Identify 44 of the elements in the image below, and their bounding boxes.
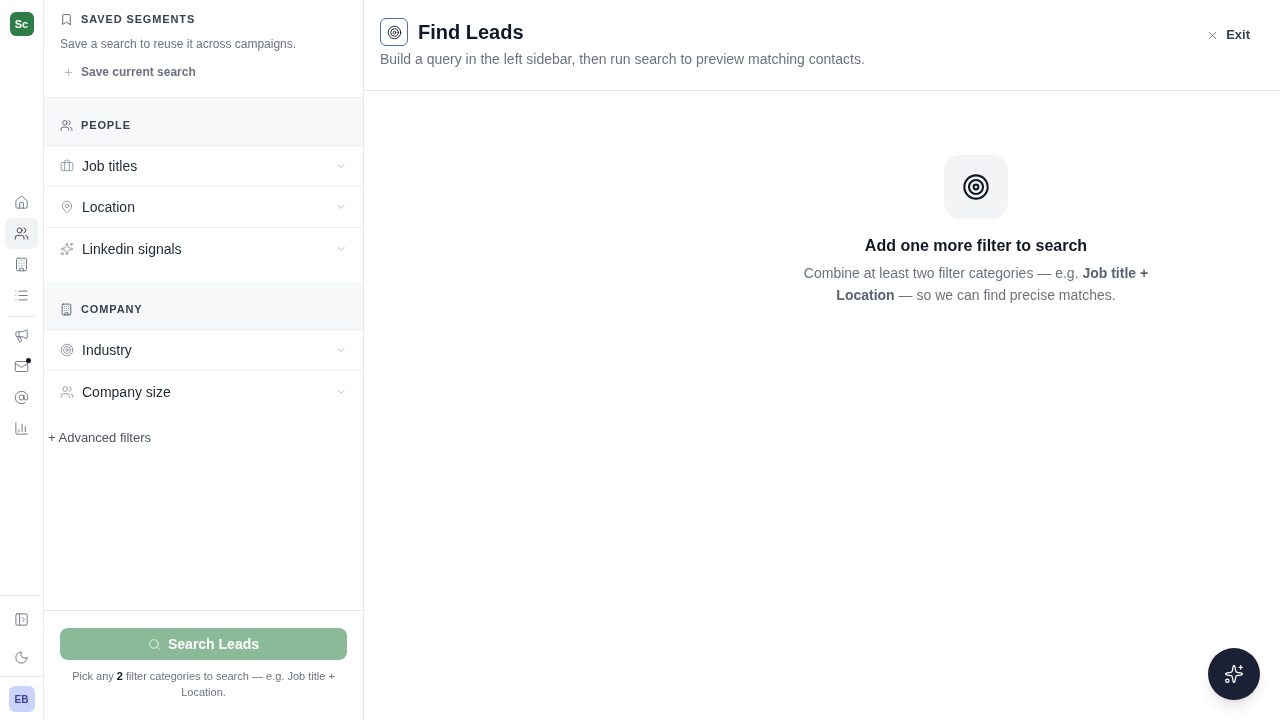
target-icon [60, 343, 74, 357]
moon-icon [14, 649, 29, 665]
assistant-button[interactable] [1208, 648, 1260, 700]
sparkle-icon [1224, 664, 1244, 684]
filter-dropdown[interactable]: Location [44, 187, 363, 228]
briefcase-icon [60, 159, 74, 173]
group-title: COMPANY [81, 302, 143, 316]
filter-dropdown[interactable]: Company size [44, 371, 363, 412]
bookmark-icon [60, 12, 73, 26]
people-icon [60, 118, 73, 132]
megaphone-icon [14, 328, 29, 343]
house-icon [14, 195, 29, 210]
people-icon [14, 226, 29, 241]
target-icon [380, 18, 408, 46]
plus-icon [63, 66, 74, 78]
advanced-filters-button[interactable]: + Advanced filters [48, 430, 151, 446]
nav-button[interactable] [5, 218, 38, 249]
filter-dropdown[interactable]: Industry [44, 330, 363, 371]
building-icon [14, 257, 29, 272]
filter-dropdown[interactable]: Linkedin signals [44, 228, 363, 269]
empty-state-title: Add one more filter to search [864, 236, 1088, 256]
save-search-button[interactable]: Save current search [60, 64, 196, 80]
page-title: Find Leads [418, 20, 524, 45]
search-hint: Pick any 2 filter categories to search — e.g. Job title + Location. [71, 669, 336, 700]
filter-dropdown[interactable]: Job titles [44, 146, 363, 187]
side-panel-icon [14, 611, 29, 627]
building-icon [60, 302, 73, 316]
group-title: PEOPLE [81, 118, 131, 132]
mail-icon [14, 359, 29, 374]
target-icon [944, 155, 1008, 219]
at-sign-icon [14, 390, 29, 405]
page-subtitle: Build a query in the left sidebar, then run search to preview matching contacts. [380, 50, 865, 69]
section-title: SAVED SEGMENTS [81, 12, 196, 26]
sparkle-icon [60, 241, 74, 256]
section-description: Save a search to reuse it across campaigns. [60, 36, 298, 52]
bar-chart-icon [14, 421, 29, 436]
app-logo: Sc [9, 12, 34, 36]
user-avatar[interactable]: EB [8, 686, 35, 712]
exit-button[interactable]: Exit [1198, 19, 1258, 51]
people-icon [60, 384, 74, 399]
list-icon [14, 288, 29, 303]
search-icon [147, 637, 161, 651]
empty-state-description: Combine at least two filter categories — e.g. Job title + Location — so we can find precise matches. [802, 264, 1150, 305]
map-pin-icon [60, 200, 74, 214]
